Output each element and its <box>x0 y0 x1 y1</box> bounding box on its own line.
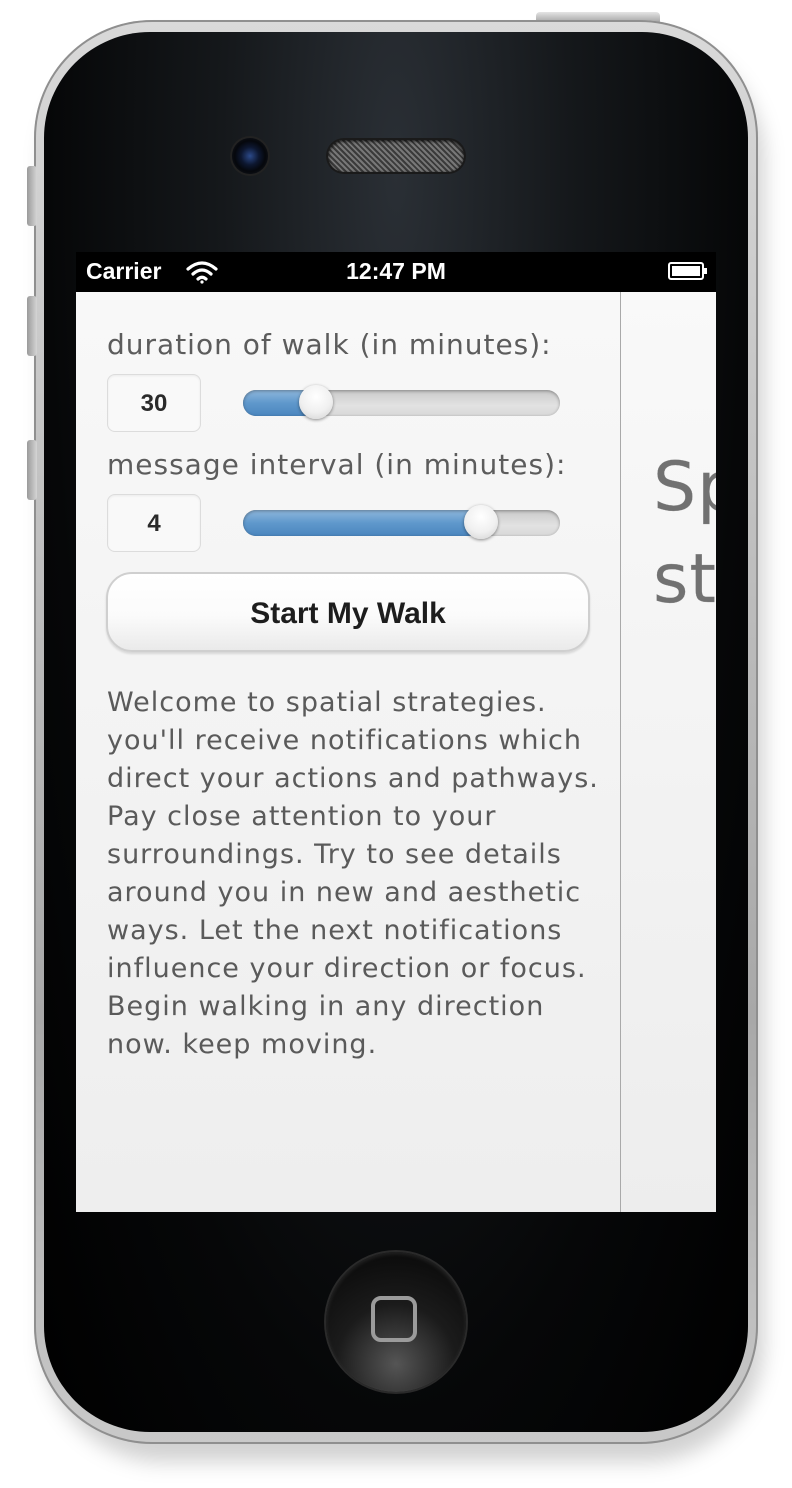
speaker-grille <box>328 140 464 172</box>
screen: Carrier 12:47 PM duration of walk (in mi… <box>76 252 716 1212</box>
title-panel: Sp st <box>621 292 716 1212</box>
duration-slider-thumb[interactable] <box>299 385 333 419</box>
interval-slider[interactable] <box>243 505 560 539</box>
duration-field[interactable]: 30 <box>107 374 201 432</box>
duration-slider[interactable] <box>243 385 560 419</box>
interval-label: message interval (in minutes): <box>107 448 567 481</box>
device-screenshot: Carrier 12:47 PM duration of walk (in mi… <box>0 0 792 1488</box>
panel-title-line-2: st <box>653 540 716 619</box>
interval-slider-fill <box>243 510 481 536</box>
home-square-icon <box>371 1296 417 1342</box>
start-walk-button[interactable]: Start My Walk <box>106 572 590 652</box>
volume-down-button[interactable] <box>27 440 37 500</box>
interval-field[interactable]: 4 <box>107 494 201 552</box>
welcome-text: Welcome to spatial strategies. you'll re… <box>107 687 599 1060</box>
panel-title-line-1: Sp <box>653 448 716 527</box>
volume-up-button[interactable] <box>27 296 37 356</box>
settings-panel: duration of walk (in minutes): 30 messag… <box>76 292 621 1212</box>
status-bar: Carrier 12:47 PM <box>76 252 716 292</box>
interval-slider-thumb[interactable] <box>464 505 498 539</box>
camera-icon <box>232 138 268 174</box>
battery-icon <box>668 262 707 280</box>
status-time: 12:47 PM <box>346 258 446 284</box>
mute-switch[interactable] <box>27 166 37 226</box>
panel-title: Sp st <box>653 442 716 626</box>
home-button[interactable] <box>326 1252 466 1392</box>
duration-label: duration of walk (in minutes): <box>107 328 552 361</box>
app-content: duration of walk (in minutes): 30 messag… <box>76 292 716 1212</box>
